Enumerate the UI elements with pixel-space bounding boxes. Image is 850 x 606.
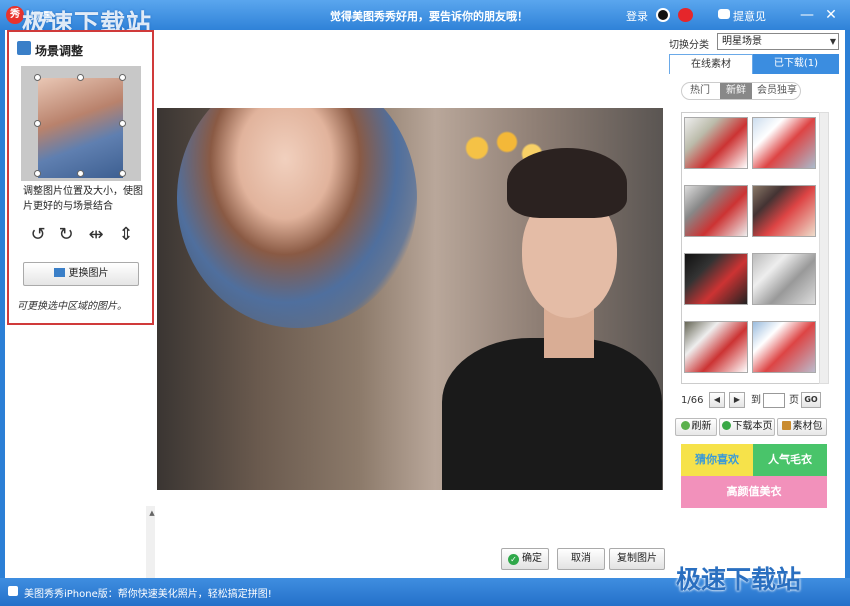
rotate-right-icon[interactable]: ↻ bbox=[55, 224, 77, 246]
resize-handle-br[interactable] bbox=[119, 170, 126, 177]
scene-image[interactable] bbox=[157, 108, 663, 490]
status-bar: 美图秀秀iPhone版：帮你快速美化照片，轻松搞定拼图! 极速下载站 bbox=[0, 565, 850, 606]
status-promo-link[interactable]: 美图秀秀iPhone版：帮你快速美化照片，轻松搞定拼图! bbox=[24, 585, 272, 600]
minimize-button[interactable]: — bbox=[798, 6, 816, 24]
refresh-label: 刷新 bbox=[691, 421, 712, 432]
resize-handle-tm[interactable] bbox=[77, 74, 84, 81]
download-page-button[interactable]: 下载本页 bbox=[719, 418, 775, 436]
image-icon bbox=[53, 268, 65, 277]
banner-popular-outfit[interactable]: 人气毛衣 bbox=[753, 444, 827, 476]
chat-bubble-icon bbox=[718, 9, 730, 19]
close-button[interactable]: ✕ bbox=[822, 6, 840, 24]
material-pack-label: 素材包 bbox=[792, 421, 823, 432]
go-button[interactable]: GO bbox=[801, 392, 821, 408]
change-image-label: 更换图片 bbox=[68, 268, 109, 279]
download-icon bbox=[721, 421, 731, 430]
scene-adjust-icon bbox=[17, 41, 31, 55]
category-label: 切换分类 bbox=[669, 40, 709, 51]
download-page-label: 下载本页 bbox=[732, 421, 773, 432]
transform-toolbar: ↺ ↻ ⇹ ⇕ bbox=[27, 224, 137, 248]
flip-horizontal-icon[interactable]: ⇹ bbox=[85, 224, 107, 246]
feedback-link[interactable]: 提意见 bbox=[733, 8, 766, 24]
figure-hair bbox=[507, 148, 627, 218]
material-subtabs: 热门 新鲜 会员独享 bbox=[681, 82, 801, 100]
pager: 1/66 ◀ ▶ 到 页 GO bbox=[681, 392, 831, 410]
material-thumb[interactable] bbox=[684, 253, 748, 305]
subtab-new[interactable]: 新鲜 bbox=[720, 83, 752, 99]
scene-figure bbox=[412, 148, 662, 490]
page-number-input[interactable] bbox=[763, 393, 785, 408]
resize-handle-ml[interactable] bbox=[34, 120, 41, 127]
prev-page-button[interactable]: ◀ bbox=[709, 392, 725, 408]
next-page-button[interactable]: ▶ bbox=[729, 392, 745, 408]
pager-to-label: 到 bbox=[751, 395, 761, 406]
category-value: 明星场景 bbox=[722, 36, 762, 47]
subtab-hot[interactable]: 热门 bbox=[682, 83, 718, 99]
flip-vertical-icon[interactable]: ⇕ bbox=[115, 224, 137, 246]
cancel-button[interactable]: 取消 bbox=[557, 548, 605, 570]
material-grid bbox=[681, 112, 821, 384]
resize-handle-mr[interactable] bbox=[119, 120, 126, 127]
title-bar: 秀 场景 极速下载站 觉得美图秀秀好用，要告诉你的朋友哦！ 登录 提意见 — ✕ bbox=[0, 0, 850, 38]
category-select[interactable]: 明星场景 ▼ bbox=[717, 33, 839, 50]
watermark-bottom: 极速下载站 bbox=[676, 565, 802, 594]
change-image-button[interactable]: 更换图片 bbox=[23, 262, 139, 286]
material-thumb[interactable] bbox=[752, 117, 816, 169]
material-panel: 切换分类 明星场景 ▼ 在线素材 已下载(1) 热门 新鲜 会员独享 1/66 … bbox=[669, 30, 845, 578]
preview-photo[interactable] bbox=[38, 78, 123, 178]
slogan: 觉得美图秀秀好用，要告诉你的朋友哦！ bbox=[330, 10, 528, 23]
resize-handle-tl[interactable] bbox=[34, 74, 41, 81]
banner-guess-like[interactable]: 猜你喜欢 bbox=[681, 444, 753, 476]
scene-adjust-panel: 场景调整 调整图片位置及大小，使图片更好的与场景结合 ↺ ↻ ⇹ ⇕ 更换图片 … bbox=[5, 30, 158, 602]
position-preview[interactable] bbox=[21, 66, 141, 181]
resize-handle-tr[interactable] bbox=[119, 74, 126, 81]
material-thumb[interactable] bbox=[684, 117, 748, 169]
refresh-button[interactable]: 刷新 bbox=[675, 418, 717, 436]
scene-canvas: ✓ 确定 取消 复制图片 bbox=[155, 30, 669, 578]
material-thumb[interactable] bbox=[684, 321, 748, 373]
rotate-left-icon[interactable]: ↺ bbox=[27, 224, 49, 246]
material-thumb[interactable] bbox=[684, 185, 748, 237]
resize-handle-bm[interactable] bbox=[77, 170, 84, 177]
banner-beauty-outfit[interactable]: 高颜值美衣 bbox=[681, 476, 827, 508]
material-pack-button[interactable]: 素材包 bbox=[777, 418, 827, 436]
placed-photo[interactable] bbox=[177, 108, 417, 328]
handwritten-hint: 可更换选中区域的图片。 bbox=[17, 301, 127, 312]
check-icon: ✓ bbox=[508, 554, 519, 565]
material-scrollbar[interactable] bbox=[819, 112, 829, 384]
scene-adjust-description: 调整图片位置及大小，使图片更好的与场景结合 bbox=[23, 186, 143, 212]
login-link[interactable]: 登录 bbox=[626, 8, 648, 24]
resize-handle-bl[interactable] bbox=[34, 170, 41, 177]
material-actions: 刷新 下载本页 素材包 bbox=[675, 418, 835, 436]
figure-body bbox=[442, 338, 662, 490]
scene-adjust-heading: 场景调整 bbox=[35, 44, 84, 58]
speaker-icon bbox=[8, 586, 18, 596]
copy-image-button[interactable]: 复制图片 bbox=[609, 548, 665, 570]
material-tabs: 在线素材 已下载(1) bbox=[669, 54, 839, 74]
weibo-icon[interactable] bbox=[678, 8, 693, 22]
qq-icon[interactable] bbox=[656, 8, 670, 22]
material-thumb[interactable] bbox=[752, 253, 816, 305]
scene-adjust-box: 场景调整 调整图片位置及大小，使图片更好的与场景结合 ↺ ↻ ⇹ ⇕ 更换图片 … bbox=[7, 30, 154, 325]
pager-unit-label: 页 bbox=[789, 395, 799, 406]
material-thumb[interactable] bbox=[752, 321, 816, 373]
confirm-button[interactable]: ✓ 确定 bbox=[501, 548, 549, 570]
package-icon bbox=[781, 421, 791, 430]
confirm-label: 确定 bbox=[522, 553, 542, 564]
refresh-icon bbox=[680, 421, 690, 430]
chevron-down-icon: ▼ bbox=[829, 37, 836, 46]
material-thumb[interactable] bbox=[752, 185, 816, 237]
banner-row: 猜你喜欢 人气毛衣 bbox=[681, 444, 827, 476]
tab-downloaded[interactable]: 已下载(1) bbox=[753, 54, 839, 74]
subtab-vip[interactable]: 会员独享 bbox=[754, 83, 800, 99]
tab-online-material[interactable]: 在线素材 bbox=[669, 54, 753, 74]
page-indicator: 1/66 bbox=[681, 395, 704, 406]
